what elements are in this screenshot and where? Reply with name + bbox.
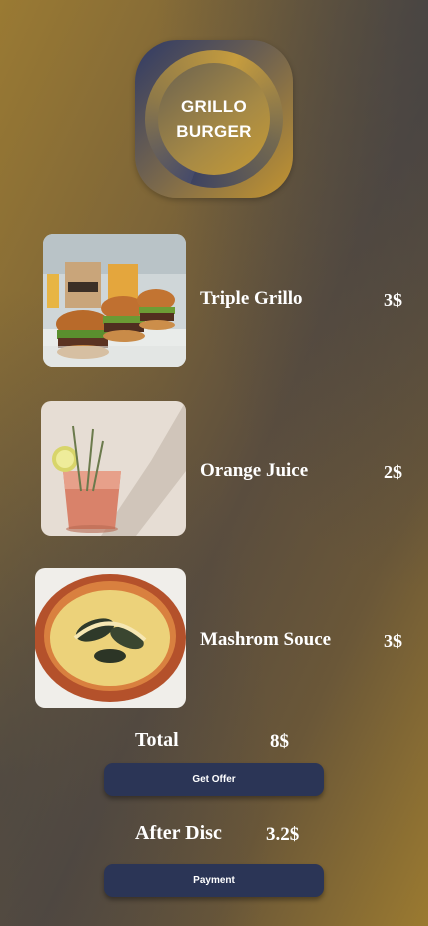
item-name-mashrom-souce: Mashrom Souce [200,629,332,650]
item-name-triple-grillo: Triple Grillo [200,288,303,309]
total-label: Total [135,729,179,751]
item-price-mashrom-souce: 3$ [384,631,402,651]
sauce-photo[interactable] [35,568,186,708]
total-value: 8$ [270,731,289,752]
logo-text-line2: BURGER [176,122,252,141]
payment-button[interactable]: Payment [104,864,324,897]
brand-logo: GRILLO BURGER [135,40,293,198]
after-discount-value: 3.2$ [266,824,300,845]
after-discount-label: After Disc [135,822,222,844]
get-offer-button[interactable]: Get Offer [104,763,324,796]
burger-photo[interactable] [43,234,186,367]
drink-photo[interactable] [41,401,186,536]
item-name-orange-juice: Orange Juice [200,460,309,481]
logo-badge: GRILLO BURGER [158,63,270,175]
item-price-triple-grillo: 3$ [384,290,402,310]
item-price-orange-juice: 2$ [384,462,402,482]
logo-text-line1: GRILLO [180,97,247,116]
